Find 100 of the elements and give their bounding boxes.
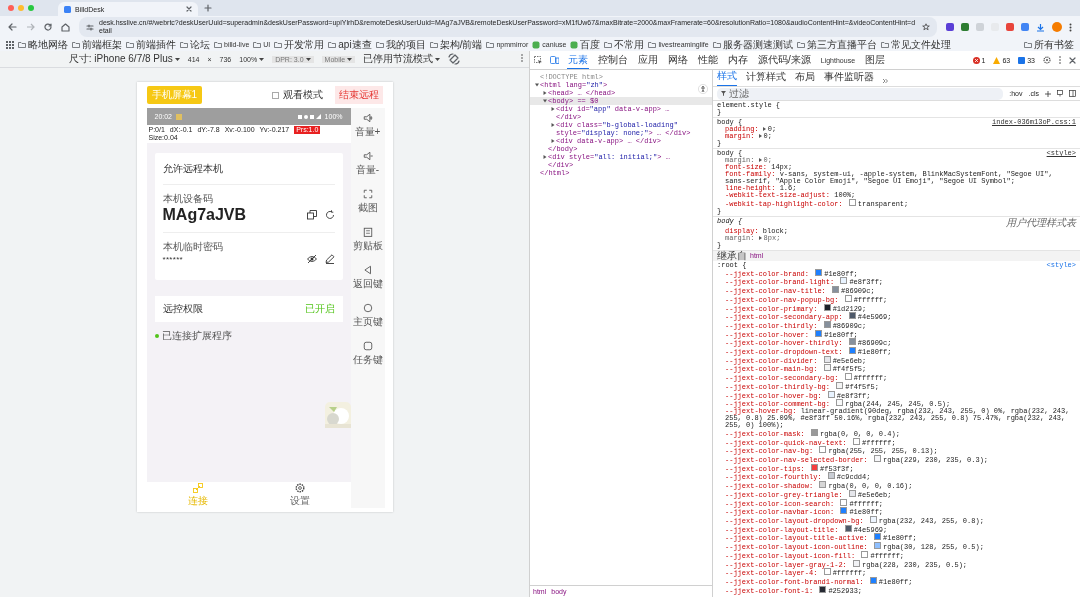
side-button[interactable]: 任务键	[352, 341, 383, 367]
card-title: 允许远程本机	[162, 157, 335, 185]
styles-tab[interactable]: 事件监听器	[824, 70, 874, 86]
filter-field[interactable]: 过滤	[717, 87, 1004, 100]
checkbox-label: 观看模式	[282, 88, 323, 102]
folder-icon	[648, 40, 657, 49]
caret-icon	[259, 57, 265, 61]
collapsed-arrow-icon[interactable]	[550, 107, 555, 111]
accessibility-icon[interactable]	[698, 84, 708, 94]
menu-icon[interactable]	[1069, 22, 1072, 32]
bookmark[interactable]: 略地网络	[18, 37, 68, 52]
folder-icon	[72, 40, 80, 49]
paint-icon[interactable]	[1057, 90, 1063, 97]
device-toggle-icon[interactable]	[550, 56, 559, 64]
caret-icon	[347, 57, 353, 61]
star-icon[interactable]	[922, 23, 930, 31]
inspect-icon[interactable]	[534, 56, 542, 64]
add-icon[interactable]	[1045, 90, 1051, 97]
bookmark[interactable]: 我的项目	[375, 37, 426, 52]
devtools-tab[interactable]: 内存	[727, 51, 749, 69]
devtools-tab[interactable]: 元素	[567, 51, 589, 69]
speaker-icon	[362, 151, 373, 161]
bookmark[interactable]: 所有书签	[1024, 37, 1074, 52]
devtools-tab[interactable]: 图层	[864, 51, 887, 69]
site-settings-icon[interactable]	[86, 23, 94, 31]
expand-arrow-icon[interactable]	[758, 134, 762, 138]
devtools-tab[interactable]: 性能	[697, 51, 719, 69]
home-icon[interactable]	[61, 22, 70, 32]
folder-icon	[486, 40, 495, 49]
side-button[interactable]: 截图	[357, 189, 378, 215]
side-button[interactable]: 主页键	[352, 303, 383, 329]
permission-status: 已开启	[304, 302, 335, 316]
folder-icon	[604, 40, 613, 49]
refresh-icon[interactable]	[324, 210, 335, 220]
chevron-icon[interactable]	[883, 79, 888, 83]
devtools-tab[interactable]: 源代码/来源	[757, 51, 812, 69]
side-button[interactable]: 音量+	[354, 113, 381, 139]
copy-icon[interactable]	[306, 210, 317, 220]
settings-icon[interactable]	[1043, 56, 1051, 64]
new-tab-icon[interactable]	[204, 4, 212, 12]
side-button[interactable]: 音量-	[355, 151, 380, 177]
styles-tab[interactable]: 布局	[795, 70, 815, 86]
back-icon[interactable]	[8, 23, 17, 31]
source-link[interactable]: 用户代理样式表	[1006, 217, 1076, 228]
styles-tab[interactable]: 样式	[717, 70, 737, 86]
close-icon[interactable]	[186, 6, 192, 12]
folder-icon	[880, 40, 889, 49]
folder-icon	[796, 40, 805, 49]
filter-icon	[721, 91, 726, 96]
bookmark[interactable]: 前端框架	[72, 37, 122, 52]
bookmark[interactable]: 论坛	[180, 37, 210, 52]
download-icon[interactable]	[1036, 22, 1045, 32]
eye-off-icon[interactable]	[306, 254, 317, 264]
expanded-arrow-icon[interactable]	[534, 83, 539, 87]
side-button[interactable]: 返回键	[352, 265, 383, 291]
close-icon[interactable]	[1069, 56, 1076, 64]
site-icon	[532, 40, 541, 49]
apps-icon[interactable]	[6, 40, 14, 49]
bookmark[interactable]: 开发常用	[274, 37, 325, 52]
bookmark[interactable]: 架构/前端	[429, 37, 483, 52]
bookmark[interactable]: 前端插件	[126, 37, 176, 52]
devtools-tab[interactable]: 网络	[667, 51, 689, 69]
checkbox[interactable]	[271, 91, 279, 99]
field-label: 本机设备码	[162, 192, 214, 206]
expand-arrow-icon[interactable]	[758, 235, 762, 240]
frame-icon	[362, 189, 373, 199]
collapsed-arrow-icon[interactable]	[550, 139, 555, 143]
edit-icon[interactable]	[324, 254, 335, 264]
triangle-icon	[362, 265, 373, 275]
end-remote-button[interactable]: 结束远程	[334, 86, 383, 104]
reload-icon[interactable]	[44, 23, 52, 31]
bookmark[interactable]: 第三方直播平台	[796, 37, 877, 52]
screen-badge: 手机屏幕1	[146, 86, 203, 104]
bookmark[interactable]: 常见文件处理	[880, 37, 951, 52]
throttle-dropdown[interactable]: 已停用节流模式	[363, 52, 441, 66]
sidebar-icon[interactable]	[1069, 90, 1076, 97]
folder-icon	[429, 40, 438, 49]
site-icon	[570, 40, 579, 49]
side-button[interactable]: 剪贴板	[352, 227, 383, 253]
collapsed-arrow-icon[interactable]	[550, 123, 555, 127]
square-icon	[362, 341, 373, 351]
nav-tab[interactable]: 设置	[285, 480, 314, 510]
styles-tab[interactable]: 计算样式	[746, 70, 786, 86]
expand-arrow-icon[interactable]	[758, 158, 762, 162]
devtools-tab[interactable]: 应用	[637, 51, 659, 69]
bookmark[interactable]: 不常用	[604, 37, 645, 52]
bookmark[interactable]: api速查	[328, 37, 372, 52]
bookmark[interactable]: 服务器测速测试	[712, 37, 793, 52]
devtools-tab[interactable]: 控制台	[597, 51, 629, 69]
status-dot	[154, 334, 159, 338]
bookmark[interactable]: 百度	[570, 37, 601, 52]
collapsed-arrow-icon[interactable]	[542, 155, 547, 159]
expand-arrow-icon[interactable]	[762, 127, 766, 131]
folder-icon	[18, 40, 26, 49]
device-dropdown[interactable]: 尺寸: iPhone 6/7/8 Plus	[68, 52, 180, 66]
collapsed-arrow-icon[interactable]	[542, 91, 547, 95]
rotate-icon[interactable]	[448, 53, 461, 65]
caret-icon	[435, 57, 441, 61]
expanded-arrow-icon[interactable]	[542, 99, 547, 103]
folder-icon	[214, 40, 222, 49]
